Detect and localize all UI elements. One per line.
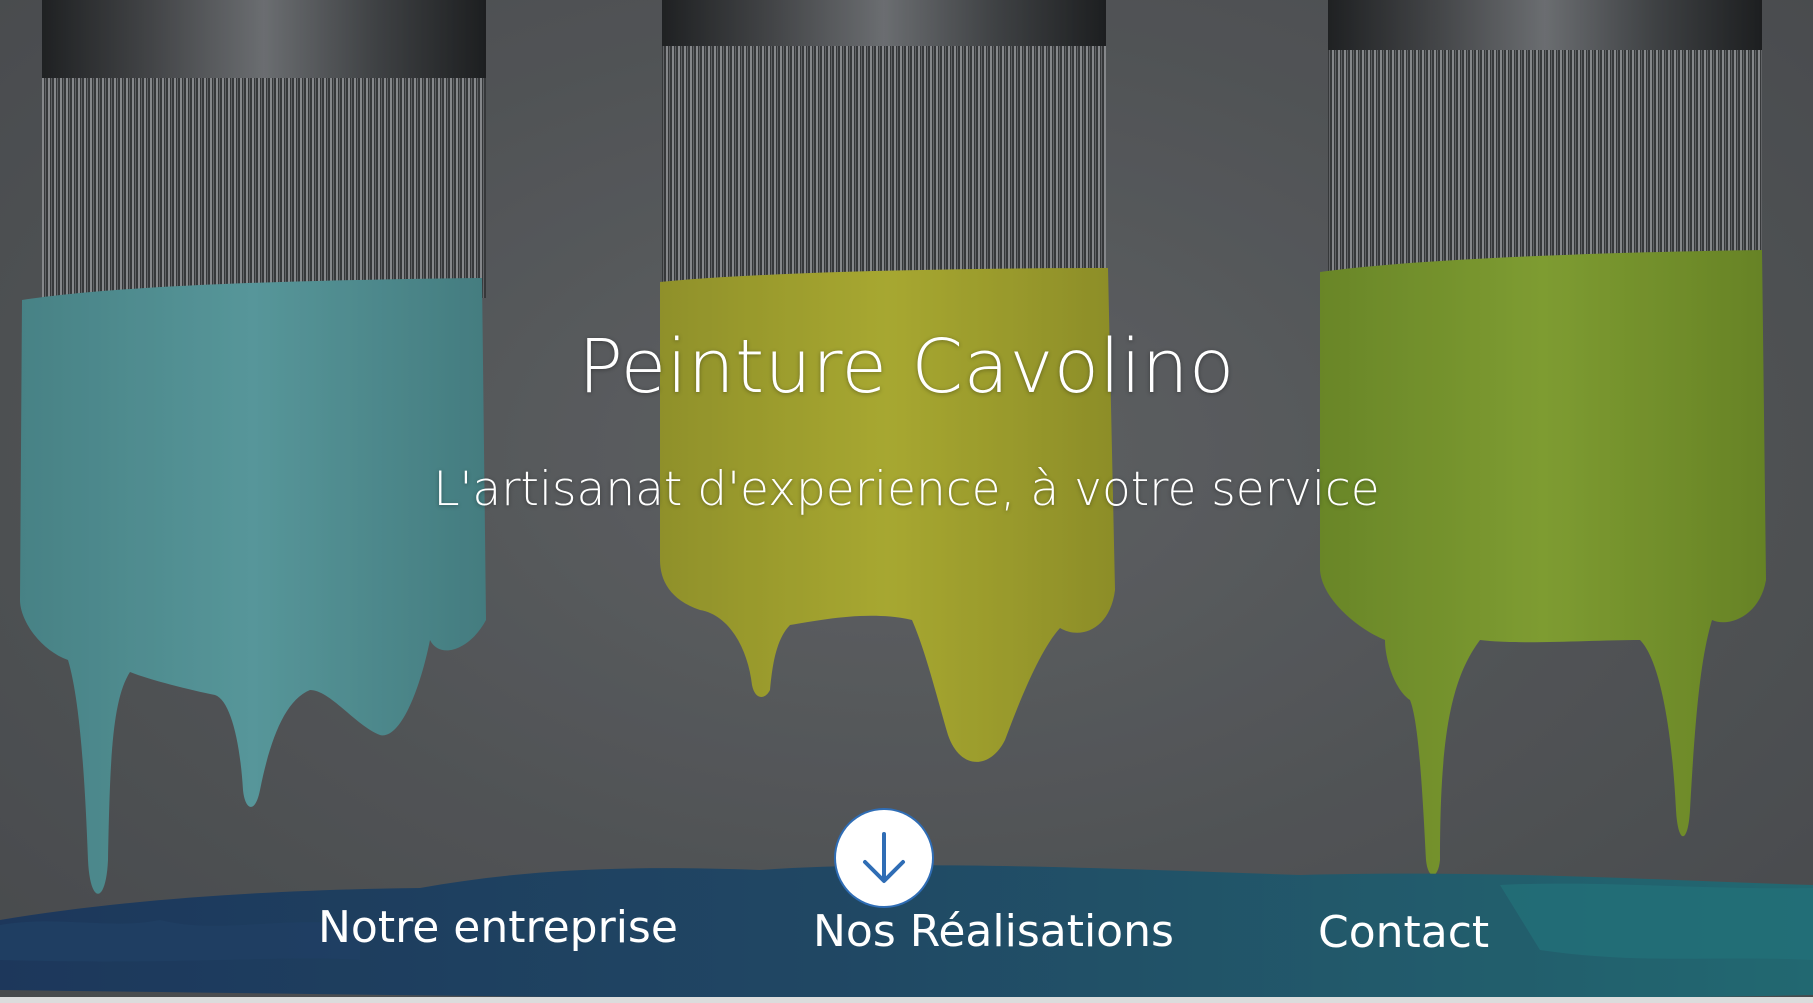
nav-link-nos-realisations[interactable]: Nos Réalisations xyxy=(813,904,1174,960)
hero-section: Peinture Cavolino L'artisanat d'experien… xyxy=(0,0,1813,1003)
arrow-down-icon xyxy=(863,832,905,883)
site-title: Peinture Cavolino xyxy=(578,324,1235,410)
nav-link-notre-entreprise[interactable]: Notre entreprise xyxy=(318,900,678,956)
site-tagline: L'artisanat d'experience, à votre servic… xyxy=(433,462,1380,517)
nav-link-contact[interactable]: Contact xyxy=(1318,905,1489,961)
scroll-down-button[interactable] xyxy=(836,810,932,906)
page-bottom-edge xyxy=(0,997,1813,1003)
